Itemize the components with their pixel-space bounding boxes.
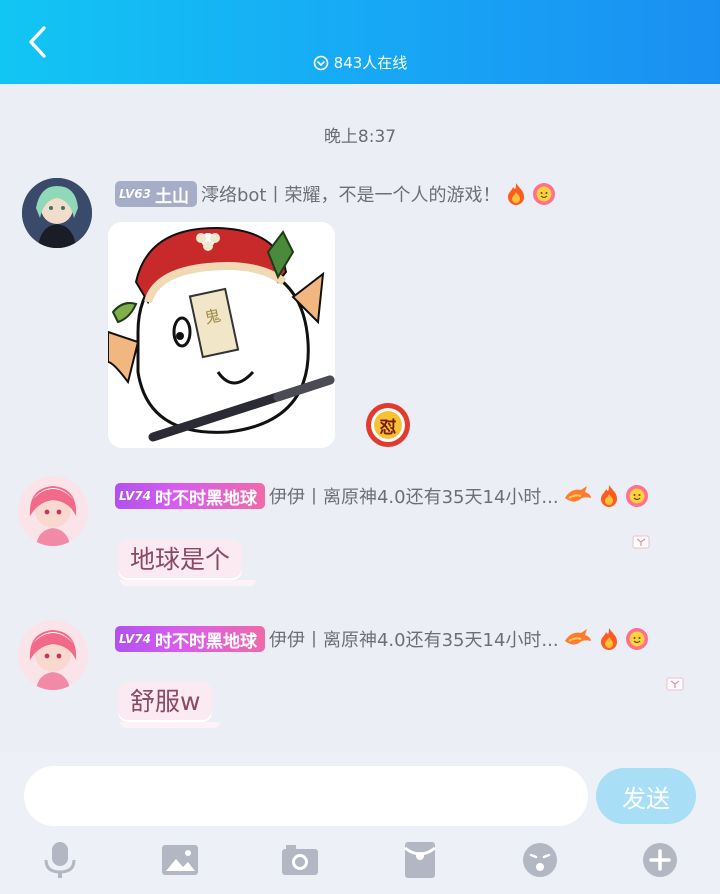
dragon-icon	[563, 484, 593, 508]
sender-name[interactable]: 时不时黑地球	[155, 627, 257, 652]
level-text: LV63	[119, 187, 151, 201]
plus-icon	[643, 843, 677, 877]
flower-face-icon	[532, 182, 556, 206]
online-count: 843人在线	[333, 54, 408, 72]
fire-icon	[597, 627, 621, 651]
camera-button[interactable]	[276, 838, 324, 882]
reaction-badge[interactable]: 怼	[365, 402, 411, 448]
sender-title: 澪络bot丨荣耀，不是一个人的游戏！	[200, 185, 501, 206]
flower-face-icon	[625, 627, 649, 651]
dragon-icon	[563, 627, 593, 651]
message-header: LV74 时不时黑地球 伊伊丨离原神4.0还有35天14小时...	[115, 625, 649, 653]
emoji-icon	[523, 843, 557, 877]
more-button[interactable]	[636, 838, 684, 882]
bubble-decoration	[120, 722, 220, 728]
bubble-decoration	[120, 580, 256, 586]
fire-icon	[597, 484, 621, 508]
sender-name[interactable]: 土山	[155, 182, 189, 207]
level-text: LV74	[119, 632, 151, 646]
online-icon	[313, 55, 328, 70]
butterfly-icon	[632, 534, 650, 553]
level-badge: LV74 时不时黑地球	[115, 626, 265, 652]
message-input[interactable]	[24, 766, 588, 826]
chat-header: 843人在线	[0, 0, 720, 84]
message-header: LV74 时不时黑地球 伊伊丨离原神4.0还有35天14小时...	[115, 482, 649, 510]
red-packet-icon	[404, 842, 436, 878]
sticker-image[interactable]: 鬼	[108, 222, 335, 448]
flower-face-icon	[625, 484, 649, 508]
message-header: LV63 土山 澪络bot丨荣耀，不是一个人的游戏！	[115, 180, 556, 208]
voice-button[interactable]	[36, 838, 84, 882]
message-timestamp: 晚上8:37	[323, 127, 397, 147]
emoji-button[interactable]	[516, 838, 564, 882]
sender-title: 伊伊丨离原神4.0还有35天14小时...	[268, 487, 559, 508]
level-text: LV74	[119, 489, 151, 503]
red-packet-button[interactable]	[396, 838, 444, 882]
microphone-icon	[44, 842, 76, 878]
image-icon	[162, 845, 198, 875]
fire-icon	[504, 182, 528, 206]
camera-icon	[282, 845, 318, 875]
avatar[interactable]	[18, 620, 88, 690]
avatar[interactable]	[22, 178, 92, 248]
image-button[interactable]	[156, 838, 204, 882]
badge-glyph: 怼	[379, 417, 397, 438]
butterfly-icon	[666, 676, 684, 695]
level-badge: LV74 时不时黑地球	[115, 483, 265, 509]
sender-name[interactable]: 时不时黑地球	[155, 484, 257, 509]
avatar[interactable]	[18, 476, 88, 546]
message-bubble[interactable]: 地球是个	[118, 540, 243, 580]
sender-title: 伊伊丨离原神4.0还有35天14小时...	[268, 630, 559, 651]
online-status[interactable]: 843人在线	[0, 52, 720, 73]
level-badge: LV63 土山	[115, 181, 197, 207]
message-bubble[interactable]: 舒服w	[118, 682, 213, 722]
send-button[interactable]: 发送	[596, 768, 696, 824]
